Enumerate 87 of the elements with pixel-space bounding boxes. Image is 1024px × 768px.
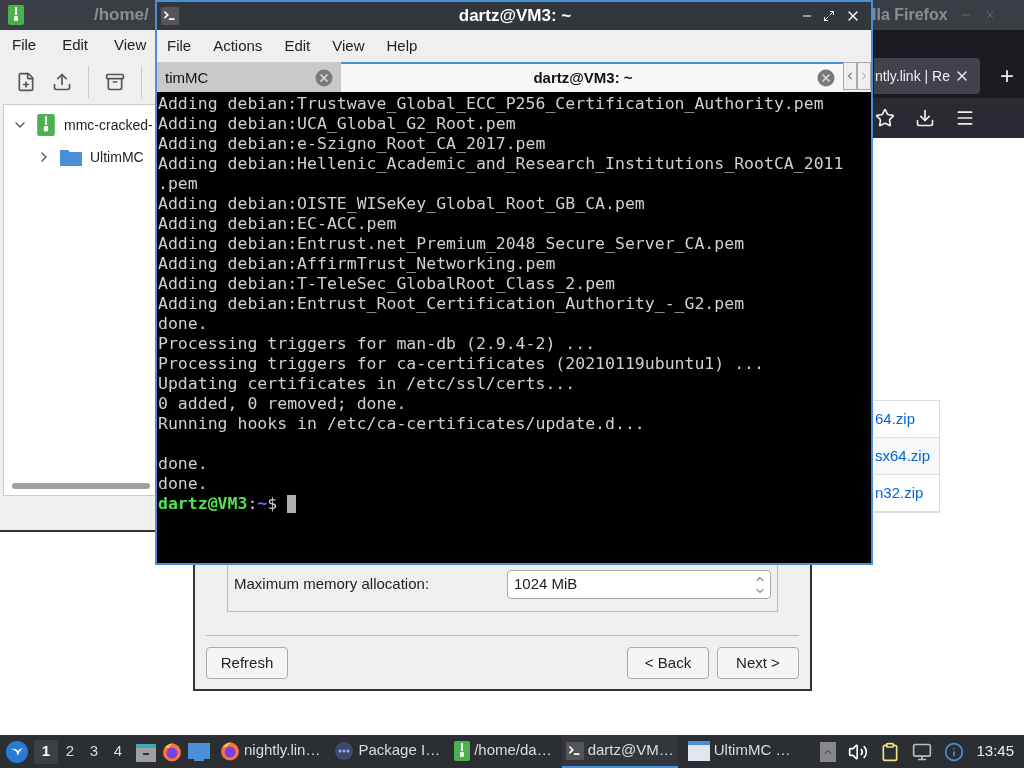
- file-link[interactable]: 64.zip: [875, 407, 916, 431]
- output-line: Adding debian:UCA_Global_G2_Root.pem: [158, 114, 516, 134]
- terminal-tab[interactable]: dartz@VM3: ~: [341, 62, 843, 92]
- file-cabinet-icon[interactable]: [136, 741, 156, 762]
- window-icon: [687, 740, 710, 761]
- workspace-switch[interactable]: 1: [34, 739, 58, 764]
- bookmark-star-icon[interactable]: [875, 108, 895, 128]
- menu-item[interactable]: Help: [386, 34, 418, 58]
- output-line: Adding debian:e-Szigno_Root_CA_2017.pem: [158, 134, 546, 154]
- dialog-button[interactable]: Next >: [717, 647, 799, 679]
- notification-icon[interactable]: [944, 741, 965, 762]
- workspace-switch[interactable]: 3: [82, 739, 106, 764]
- output-line: 0 added, 0 removed; done.: [158, 394, 407, 414]
- clock[interactable]: 13:45: [976, 740, 1018, 763]
- output-line: Adding debian:Trustwave_Global_ECC_P256_Certification_Authority.pem: [158, 94, 824, 114]
- menu-item[interactable]: View: [114, 33, 147, 57]
- dialog-button[interactable]: Refresh: [206, 647, 288, 679]
- archive-box-icon[interactable]: [105, 72, 125, 92]
- firefox-icon: [162, 741, 182, 762]
- desktop-icon[interactable]: [188, 742, 210, 761]
- scrollbar[interactable]: [12, 483, 150, 489]
- package-icon: [334, 740, 355, 761]
- menu-item[interactable]: Edit: [62, 33, 89, 57]
- prompt-symbol: $: [267, 494, 278, 514]
- terminal-icon: [565, 741, 584, 760]
- archive-icon: [8, 4, 24, 26]
- new-tab-button[interactable]: +: [992, 58, 1022, 94]
- output-line: done.: [158, 454, 208, 474]
- output-line: Adding debian:AffirmTrust_Networking.pem: [158, 254, 556, 274]
- archive-icon: [454, 739, 471, 762]
- output-line: Processing triggers for man-db (2.9.4-2) ...: [158, 334, 596, 354]
- browser-tab[interactable]: ntly.link | Re: [874, 58, 980, 94]
- workspace-switch[interactable]: 2: [58, 739, 82, 764]
- field-label: Maximum memory allocation:: [234, 574, 430, 595]
- taskbar-task[interactable]: UltimMC …: [683, 735, 795, 768]
- output-line: done.: [158, 474, 208, 494]
- taskbar-task[interactable]: Package I…: [330, 735, 445, 768]
- output-line: Running hooks in /etc/ca-certificates/update.d...: [158, 414, 645, 434]
- folder-icon: [60, 148, 82, 166]
- terminal-tab[interactable]: timMC: [157, 62, 341, 92]
- close-tab-icon[interactable]: [315, 69, 333, 87]
- close-tab-icon[interactable]: [817, 69, 835, 87]
- new-file-icon[interactable]: [16, 72, 36, 92]
- output-line: done.: [158, 314, 208, 334]
- download-icon[interactable]: [915, 108, 935, 128]
- menu-item[interactable]: View: [332, 34, 365, 58]
- output-line: Adding debian:T-TeleSec_GlobalRoot_Class_2.pem: [158, 274, 615, 294]
- file-link[interactable]: n32.zip: [875, 481, 924, 505]
- eject-icon[interactable]: [820, 741, 837, 762]
- window-title: lla Firefox: [872, 5, 948, 25]
- tree-item[interactable]: mmc-cracked-: [64, 114, 153, 136]
- output-line: .pem: [158, 174, 198, 194]
- prompt-separator: :: [247, 494, 258, 514]
- terminal-icon: [161, 7, 179, 25]
- menu-icon[interactable]: [955, 108, 975, 128]
- maximize-icon[interactable]: [823, 10, 835, 22]
- scroll-left-icon[interactable]: [843, 62, 857, 90]
- output-line: Adding debian:EC-ACC.pem: [158, 214, 397, 234]
- dialog-button[interactable]: < Back: [627, 647, 709, 679]
- output-line: Adding debian:OISTE_WISeKey_Global_Root_GB_CA.pem: [158, 194, 645, 214]
- output-line: Updating certificates in /etc/ssl/certs...: [158, 374, 576, 394]
- taskbar-task[interactable]: nightly.lin…: [216, 735, 325, 768]
- output-line: Adding debian:Entrust.net_Premium_2048_Secure_Server_CA.pem: [158, 234, 745, 254]
- text-cursor: [287, 495, 297, 513]
- taskbar-task[interactable]: dartz@VM…: [561, 735, 678, 768]
- output-line: Processing triggers for ca-certificates (20210119ubuntu1) ...: [158, 354, 764, 374]
- output-line: Adding debian:Hellenic_Academic_and_Research_Institutions_RootCA_2011: [158, 154, 844, 174]
- tree-item[interactable]: UltimMC: [90, 146, 144, 168]
- upload-icon[interactable]: [52, 72, 72, 92]
- output-line: Adding debian:Entrust_Root_Certification_Authority_-_G2.pem: [158, 294, 745, 314]
- menu-item[interactable]: File: [167, 34, 192, 58]
- archive-icon: [36, 114, 56, 136]
- window-title: /home/: [94, 4, 149, 27]
- volume-icon[interactable]: [848, 741, 869, 762]
- workspace-switch[interactable]: 4: [106, 739, 130, 764]
- firefox-icon: [220, 740, 240, 761]
- window-title: dartz@VM3: ~: [457, 5, 573, 28]
- prompt-user: dartz@VM3: [158, 494, 248, 514]
- taskbar-task[interactable]: /home/da…: [450, 735, 556, 768]
- menu-item[interactable]: File: [12, 33, 37, 57]
- prompt-path: ~: [257, 494, 268, 514]
- clipboard-icon[interactable]: [880, 741, 901, 762]
- menu-item[interactable]: Edit: [284, 34, 311, 58]
- memory-spin-box[interactable]: 1024 MiB: [507, 570, 771, 599]
- menu-item[interactable]: Actions: [213, 34, 263, 58]
- network-icon[interactable]: [912, 741, 933, 762]
- browser-launcher[interactable]: [162, 741, 182, 762]
